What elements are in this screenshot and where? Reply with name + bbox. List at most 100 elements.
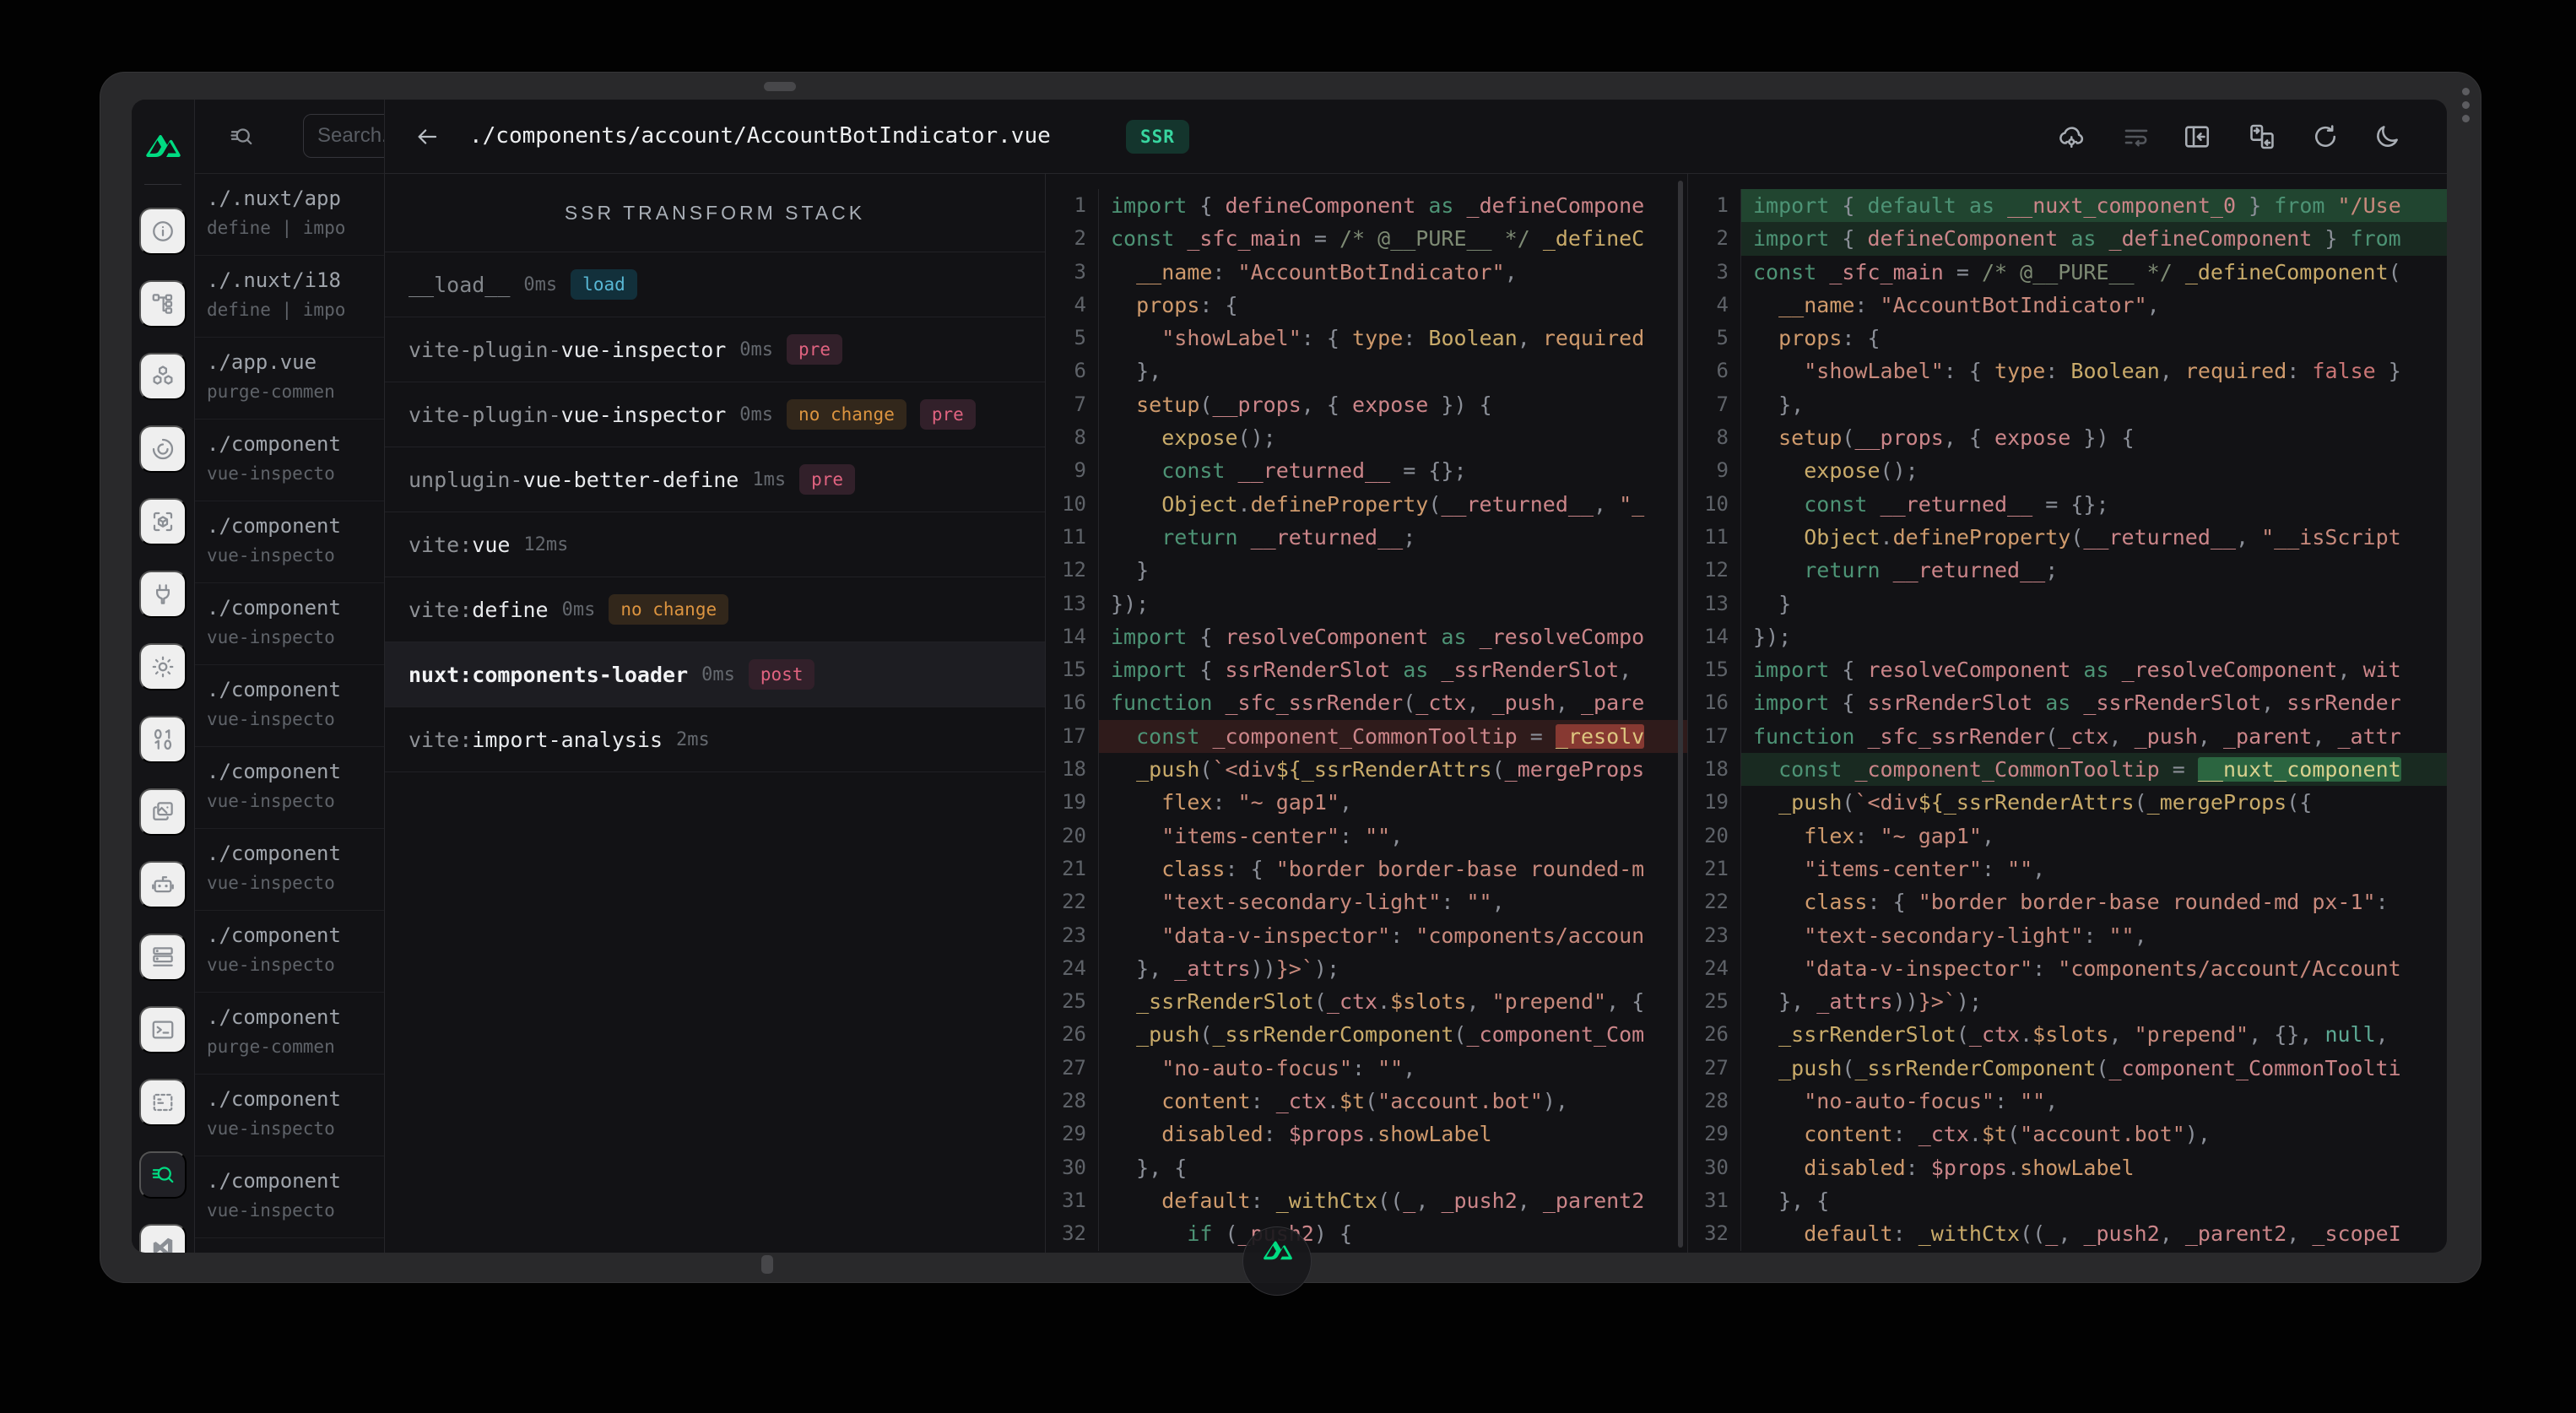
file-item[interactable]: ./app.vuepurge-commen [195, 338, 384, 420]
transform-stack-row[interactable]: vite-plugin-vue-inspector0mspre [385, 317, 1045, 382]
refresh-button[interactable] [2307, 118, 2344, 155]
file-item[interactable]: ./componentpurge-commen [195, 993, 384, 1075]
file-item[interactable]: ./componentvue-inspecto [195, 501, 384, 583]
transform-time: 0ms [739, 339, 773, 360]
info-icon [150, 219, 176, 244]
code-line: 11 return __returned__; [1046, 521, 1687, 554]
line-number: 31 [1688, 1184, 1740, 1217]
toggle-panel-button[interactable] [2178, 118, 2216, 155]
line-number: 7 [1046, 388, 1098, 421]
line-number: 27 [1688, 1052, 1740, 1085]
file-path: ./components/account/AccountBotIndicator… [469, 100, 1051, 172]
code-line: 14import { resolveComponent as _resolveC… [1046, 620, 1687, 653]
file-item[interactable]: ./componentvue-inspecto [195, 747, 384, 829]
code-line: 10 const __returned__ = {}; [1688, 488, 2447, 521]
file-item[interactable]: ./componentvue-inspecto [195, 911, 384, 993]
code-panel-before[interactable]: 1import { defineComponent as _defineComp… [1046, 174, 1687, 1253]
line-number: 16 [1046, 686, 1098, 719]
hexagons-icon [150, 364, 176, 389]
code-line: 26 _ssrRenderSlot(_ctx.$slots, "prepend"… [1688, 1018, 2447, 1051]
code-line: 2import { defineComponent as _defineComp… [1688, 222, 2447, 255]
sidebar-item-pages[interactable] [139, 280, 187, 328]
line-number: 5 [1046, 322, 1098, 355]
search-list-icon [229, 124, 254, 149]
line-number: 1 [1688, 189, 1740, 222]
code-line: 5 props: { [1688, 322, 2447, 355]
line-number: 22 [1046, 885, 1098, 918]
nuxt-devtools-fab[interactable] [1242, 1226, 1312, 1296]
line-number: 20 [1046, 820, 1098, 853]
sidebar-item-modules[interactable] [139, 498, 187, 545]
plugin-name: __load__ [409, 273, 510, 297]
line-number: 10 [1046, 488, 1098, 521]
build-info-button[interactable] [2052, 118, 2089, 155]
transform-stack-row[interactable]: vite:define0msno change [385, 577, 1045, 642]
line-number: 32 [1046, 1217, 1098, 1250]
transform-stack-row[interactable]: __load__0msload [385, 252, 1045, 317]
back-button[interactable] [409, 118, 446, 155]
sidebar-item-server-routes[interactable] [139, 861, 187, 908]
code-line: 10 Object.defineProperty(__returned__, "… [1046, 488, 1687, 521]
file-item-transforms: vue-inspecto [207, 1200, 384, 1221]
line-number: 26 [1046, 1018, 1098, 1051]
scrollbar-thumb[interactable] [1678, 181, 1683, 1248]
code-line: 13}); [1046, 587, 1687, 620]
badge-pre: pre [787, 334, 842, 365]
line-number: 9 [1046, 454, 1098, 487]
transform-stack-row[interactable]: vite:vue12ms [385, 512, 1045, 577]
line-number: 4 [1688, 289, 1740, 322]
sidebar-item-payload[interactable] [139, 716, 187, 763]
line-number: 11 [1046, 521, 1098, 554]
sidebar-item-vscode[interactable] [139, 1224, 187, 1253]
code-line: 7 }, [1688, 388, 2447, 421]
transform-stack-row[interactable]: unplugin-vue-better-define1mspre [385, 447, 1045, 512]
sidebar-item-assets[interactable] [139, 788, 187, 836]
sidebar-item-overview[interactable] [139, 208, 187, 255]
sidebar-item-storage[interactable] [139, 934, 187, 981]
resize-handle-right[interactable] [2462, 88, 2470, 128]
sidebar-item-inspect[interactable] [139, 1151, 187, 1199]
transform-stack-row[interactable]: vite-plugin-vue-inspector0msno changepre [385, 382, 1045, 447]
swirl-icon [150, 436, 176, 462]
badge-nochange: no change [787, 399, 906, 430]
badge-nochange: no change [609, 594, 728, 625]
badge-load: load [571, 269, 637, 300]
resize-handle-bottom[interactable] [761, 1255, 773, 1274]
file-item[interactable]: ./componentvue-inspecto [195, 665, 384, 747]
code-panel-after[interactable]: 1import { default as __nuxt_component_0 … [1687, 174, 2447, 1253]
sidebar-item-virtual-files[interactable] [139, 1079, 187, 1126]
sidebar-item-terminal[interactable] [139, 1006, 187, 1053]
file-item-transforms: vue-inspecto [207, 627, 384, 647]
vscode-icon [150, 1235, 176, 1253]
line-number: 13 [1046, 587, 1098, 620]
file-item-path: ./component [207, 1087, 384, 1111]
devtools-frame: ./.nuxt/appdefine | impo./.nuxt/i18defin… [100, 72, 2481, 1283]
sidebar-item-plugins[interactable] [139, 571, 187, 618]
file-item[interactable]: ./componentvue-inspecto [195, 420, 384, 501]
file-item[interactable]: ./componentvue-inspecto [195, 1075, 384, 1156]
badge-post: post [749, 659, 815, 690]
line-number: 3 [1688, 256, 1740, 289]
code-line: 21 class: { "border border-base rounded-… [1046, 853, 1687, 885]
line-wrap-button[interactable] [2118, 118, 2155, 155]
sidebar [132, 100, 195, 1253]
file-item[interactable]: ./componentvue-inspecto [195, 583, 384, 665]
sidebar-item-runtime-configs[interactable] [139, 643, 187, 690]
sidebar-item-components[interactable] [139, 353, 187, 400]
file-item[interactable]: ./.nuxt/i18define | impo [195, 256, 384, 338]
file-item[interactable]: ./componentvue-inspecto [195, 1156, 384, 1238]
file-item[interactable]: ./componentvue-inspecto [195, 829, 384, 911]
search-input[interactable] [303, 114, 385, 158]
file-item[interactable]: ./.nuxt/appdefine | impo [195, 174, 384, 256]
line-number: 30 [1688, 1151, 1740, 1184]
resize-handle-top[interactable] [764, 82, 796, 91]
color-mode-button[interactable] [2368, 118, 2406, 155]
line-number: 16 [1688, 686, 1740, 719]
diff-view-button[interactable] [2243, 118, 2281, 155]
sidebar-item-imports[interactable] [139, 425, 187, 473]
transform-stack-row[interactable]: nuxt:components-loader0mspost [385, 642, 1045, 707]
devtools-window: ./.nuxt/appdefine | impo./.nuxt/i18defin… [132, 100, 2447, 1253]
line-number: 23 [1046, 919, 1098, 952]
line-number: 30 [1046, 1151, 1098, 1184]
transform-stack-row[interactable]: vite:import-analysis2ms [385, 707, 1045, 772]
